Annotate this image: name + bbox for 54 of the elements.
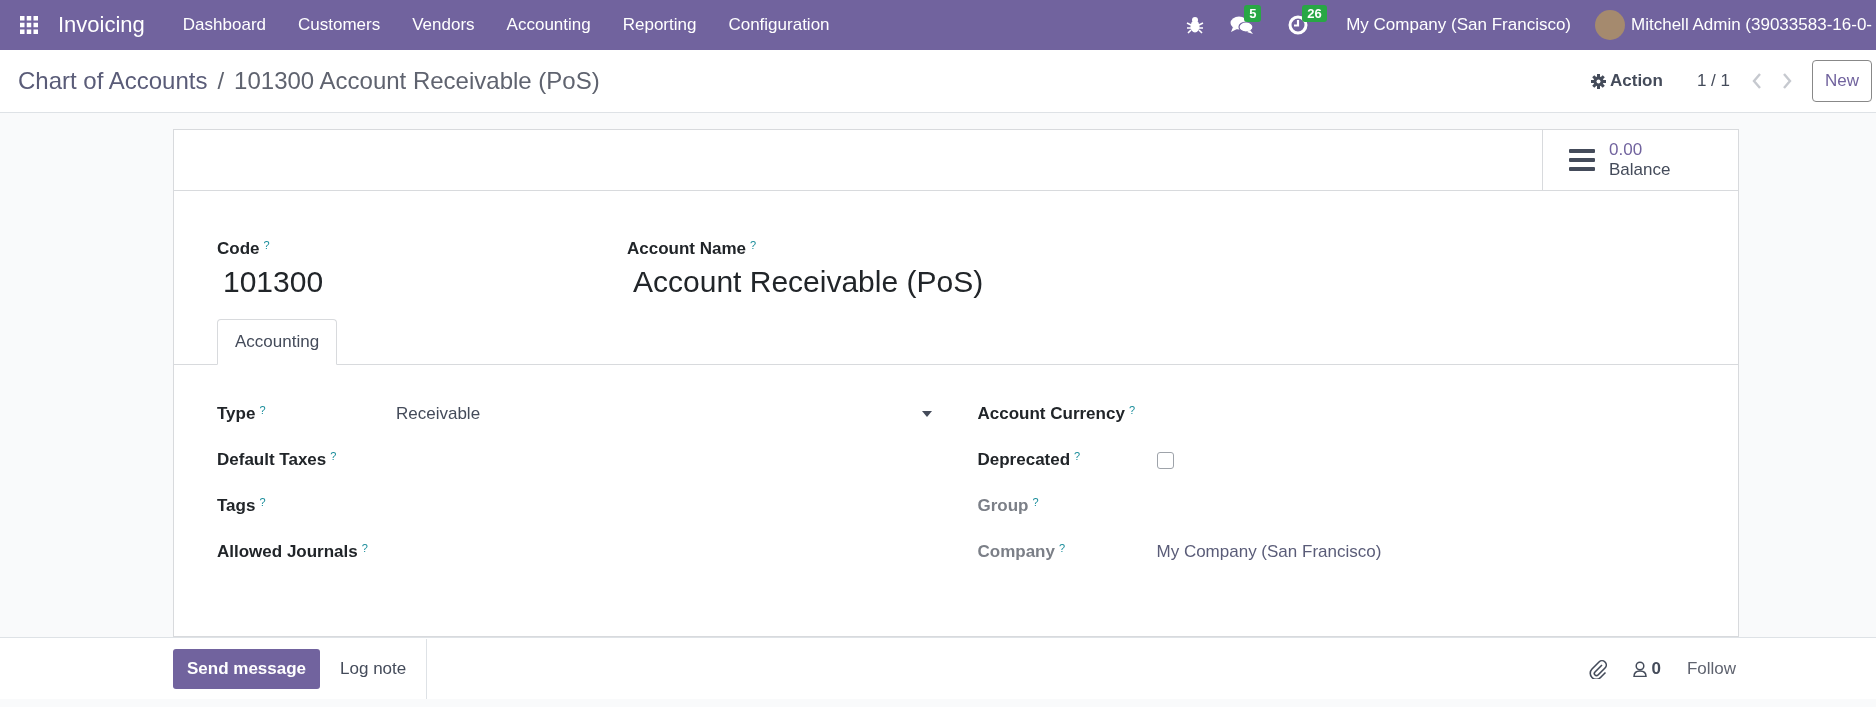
send-message-button[interactable]: Send message <box>173 648 321 689</box>
code-field[interactable]: 101300 <box>217 265 627 299</box>
breadcrumb-separator: / <box>217 67 225 95</box>
user-menu[interactable]: Mitchell Admin (39033583-16-0- <box>1631 15 1872 35</box>
followers-button[interactable]: 0 <box>1633 658 1661 679</box>
app-grid-icon[interactable] <box>20 16 38 34</box>
field-label: Tags <box>217 496 256 515</box>
help-tooltip-mark[interactable]: ? <box>1032 496 1039 508</box>
log-note-button[interactable]: Log note <box>320 638 428 699</box>
name-field[interactable]: Account Receivable (PoS) <box>627 265 984 299</box>
paperclip-icon[interactable] <box>1589 658 1608 679</box>
help-tooltip-mark[interactable]: ? <box>1128 404 1135 416</box>
pager-value: 1 / 1 <box>1696 71 1730 91</box>
help-tooltip-mark[interactable]: ? <box>330 450 337 462</box>
field-label: Deprecated <box>977 450 1071 469</box>
app-name[interactable]: Invoicing <box>58 12 145 38</box>
breadcrumb-link[interactable]: Chart of Accounts <box>18 67 208 95</box>
caret-icon <box>922 411 932 417</box>
field-label: Allowed Journals <box>217 542 358 561</box>
help-tooltip-mark[interactable]: ? <box>259 496 266 508</box>
menu-item[interactable]: Reporting <box>606 15 713 35</box>
new-button[interactable]: New <box>1812 60 1872 102</box>
notebook-tab[interactable]: Accounting <box>217 319 338 365</box>
bug-icon[interactable] <box>1186 16 1205 34</box>
menu-item[interactable]: Configuration <box>712 15 846 35</box>
record-title: 101300 Account Receivable (PoS) <box>234 67 600 95</box>
help-tooltip-mark[interactable]: ? <box>263 239 270 251</box>
field-label: Company <box>977 542 1055 561</box>
gear-icon <box>1591 73 1606 89</box>
help-tooltip-mark[interactable]: ? <box>1058 542 1066 554</box>
field-value: My Company (San Francisco) <box>1156 542 1382 562</box>
menu-item[interactable]: Vendors <box>396 15 491 35</box>
deprecated-checkbox[interactable] <box>1156 451 1174 469</box>
help-tooltip-mark[interactable]: ? <box>259 404 266 416</box>
follow-button[interactable]: Follow <box>1686 658 1736 679</box>
help-tooltip-mark[interactable]: ? <box>750 239 757 251</box>
field-label: Account Name <box>627 239 747 258</box>
list-bars-icon <box>1569 149 1595 171</box>
field-label: Code <box>217 239 260 258</box>
count-badge: 5 <box>1244 5 1262 22</box>
help-tooltip-mark[interactable]: ? <box>361 542 368 554</box>
count-badge: 26 <box>1302 5 1327 22</box>
field-label: Default Taxes <box>217 450 327 469</box>
person-icon <box>1633 660 1648 677</box>
help-tooltip-mark[interactable]: ? <box>1074 450 1081 462</box>
menu-item[interactable]: Customers <box>282 15 397 35</box>
field-label: Group <box>977 496 1029 515</box>
field-label: Type <box>217 404 256 423</box>
menu-item[interactable]: Accounting <box>490 15 607 35</box>
action-menu-button[interactable]: Action <box>1591 71 1663 91</box>
field-label: Account Currency <box>977 404 1125 423</box>
menu-item[interactable]: Dashboard <box>166 15 282 35</box>
type-select[interactable]: Receivable <box>396 404 938 424</box>
company-switcher[interactable]: My Company (San Francisco) <box>1346 15 1572 35</box>
